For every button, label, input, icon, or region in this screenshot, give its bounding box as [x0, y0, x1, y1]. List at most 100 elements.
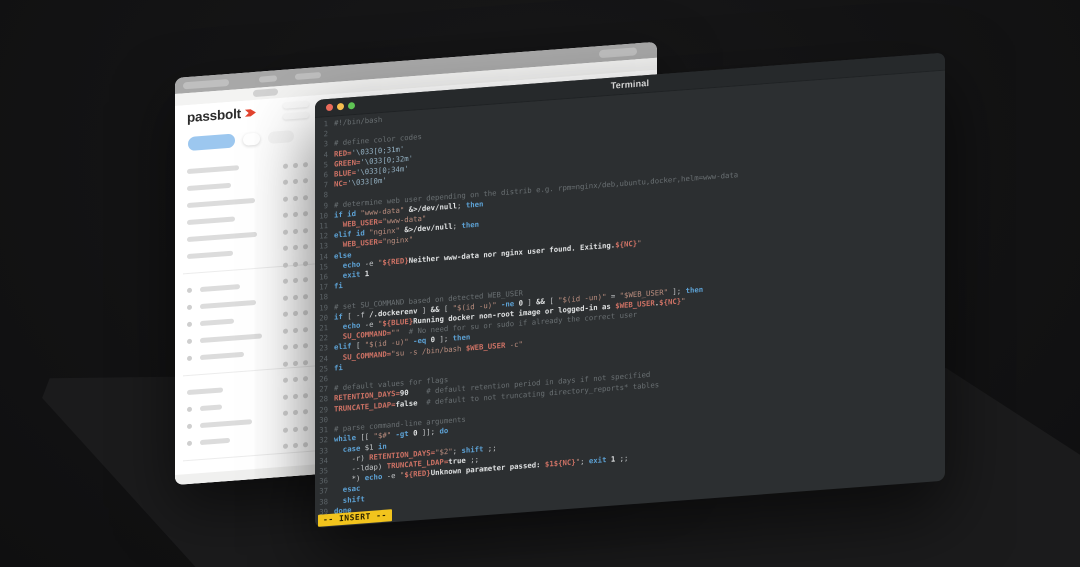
row-action-icon — [293, 394, 298, 399]
row-action-icon — [303, 261, 308, 266]
resource-list-skeleton[interactable] — [283, 156, 308, 455]
row-action-icon — [303, 195, 308, 200]
row-action-icon — [293, 443, 298, 448]
sidebar-label-skeleton — [200, 352, 244, 360]
row-action-icon — [293, 196, 298, 201]
resource-row-skeleton[interactable] — [283, 337, 308, 355]
row-action-icon — [283, 427, 288, 432]
resource-row-skeleton[interactable] — [283, 403, 308, 421]
row-action-icon — [293, 361, 298, 366]
sidebar-label-skeleton — [187, 251, 233, 259]
row-action-icon — [283, 361, 288, 366]
folder-icon — [187, 424, 192, 429]
secondary-button-skeleton[interactable] — [243, 133, 260, 146]
row-action-icon — [303, 277, 308, 282]
row-action-icon — [293, 163, 298, 168]
resource-row-skeleton[interactable] — [283, 387, 308, 405]
row-action-icon — [303, 310, 308, 315]
row-action-icon — [283, 411, 288, 416]
row-action-icon — [283, 262, 288, 267]
row-action-icon — [303, 327, 308, 332]
tab-skeleton[interactable] — [599, 47, 637, 58]
workspace-action-row — [188, 129, 294, 151]
tab-skeleton[interactable] — [183, 79, 229, 89]
row-action-icon — [303, 409, 308, 414]
row-action-icon — [303, 393, 308, 398]
resource-row-skeleton[interactable] — [283, 222, 308, 240]
row-action-icon — [303, 442, 308, 447]
resource-row-skeleton[interactable] — [283, 172, 308, 190]
resource-row-skeleton[interactable] — [283, 255, 308, 273]
sidebar-label-skeleton — [200, 300, 256, 309]
filter-skeleton[interactable] — [268, 130, 294, 144]
row-action-icon — [303, 294, 308, 299]
resource-row-skeleton[interactable] — [283, 354, 308, 372]
row-action-icon — [293, 427, 298, 432]
sidebar-label-skeleton — [187, 387, 223, 395]
row-action-icon — [303, 376, 308, 381]
passbolt-logo-icon — [245, 107, 256, 119]
row-action-icon — [303, 178, 308, 183]
sidebar-label-skeleton — [187, 216, 235, 225]
row-action-icon — [283, 246, 288, 251]
sidebar-label-skeleton — [187, 165, 239, 174]
row-action-icon — [293, 229, 298, 234]
row-action-icon — [293, 295, 298, 300]
sidebar-label-skeleton — [187, 198, 255, 208]
tab-skeleton[interactable] — [259, 75, 277, 82]
row-action-icon — [303, 426, 308, 431]
folder-icon — [187, 356, 192, 361]
resource-row-skeleton[interactable] — [283, 238, 308, 256]
row-action-icon — [283, 345, 288, 350]
resource-row-skeleton[interactable] — [283, 370, 308, 388]
stage: passbolt Terminal 1#!/bin/bash23# define… — [0, 0, 1080, 567]
row-action-icon — [283, 196, 288, 201]
header-skeleton-pills — [283, 96, 309, 120]
resource-row-skeleton[interactable] — [283, 321, 308, 339]
resource-row-skeleton[interactable] — [283, 436, 308, 454]
resource-row-skeleton[interactable] — [283, 156, 308, 174]
row-action-icon — [283, 378, 288, 383]
row-action-icon — [303, 162, 308, 167]
row-action-icon — [293, 179, 298, 184]
row-action-icon — [293, 278, 298, 283]
tab-skeleton[interactable] — [295, 72, 321, 80]
row-action-icon — [283, 394, 288, 399]
resource-row-skeleton[interactable] — [283, 288, 308, 306]
passbolt-logo-text: passbolt — [187, 106, 241, 125]
address-bar-skeleton[interactable] — [253, 88, 278, 97]
folder-icon — [187, 407, 192, 412]
row-action-icon — [293, 410, 298, 415]
terminal-code-area[interactable]: 1#!/bin/bash23# define color codes4RED='… — [315, 73, 945, 528]
row-action-icon — [283, 295, 288, 300]
sidebar-label-skeleton — [187, 183, 231, 191]
resource-row-skeleton[interactable] — [283, 304, 308, 322]
folder-icon — [187, 322, 192, 327]
folder-icon — [187, 441, 192, 446]
row-action-icon — [283, 213, 288, 218]
row-action-icon — [283, 444, 288, 449]
row-action-icon — [293, 212, 298, 217]
passbolt-logo: passbolt — [187, 105, 256, 125]
row-action-icon — [293, 311, 298, 316]
folder-icon — [187, 288, 192, 293]
resource-row-skeleton[interactable] — [283, 189, 308, 207]
resource-row-skeleton[interactable] — [283, 205, 308, 223]
sidebar-label-skeleton — [200, 404, 222, 411]
create-button-skeleton[interactable] — [188, 133, 235, 151]
row-action-icon — [303, 211, 308, 216]
sidebar-label-skeleton — [200, 333, 262, 343]
resource-row-skeleton[interactable] — [283, 271, 308, 289]
row-action-icon — [293, 377, 298, 382]
row-action-icon — [293, 262, 298, 267]
sidebar-label-skeleton — [200, 319, 234, 327]
row-action-icon — [283, 279, 288, 284]
terminal-window: Terminal 1#!/bin/bash23# define color co… — [315, 53, 945, 528]
row-action-icon — [303, 244, 308, 249]
row-action-icon — [303, 228, 308, 233]
row-action-icon — [293, 245, 298, 250]
row-action-icon — [293, 328, 298, 333]
row-action-icon — [283, 328, 288, 333]
resource-row-skeleton[interactable] — [283, 420, 308, 438]
sidebar-label-skeleton — [200, 438, 230, 445]
